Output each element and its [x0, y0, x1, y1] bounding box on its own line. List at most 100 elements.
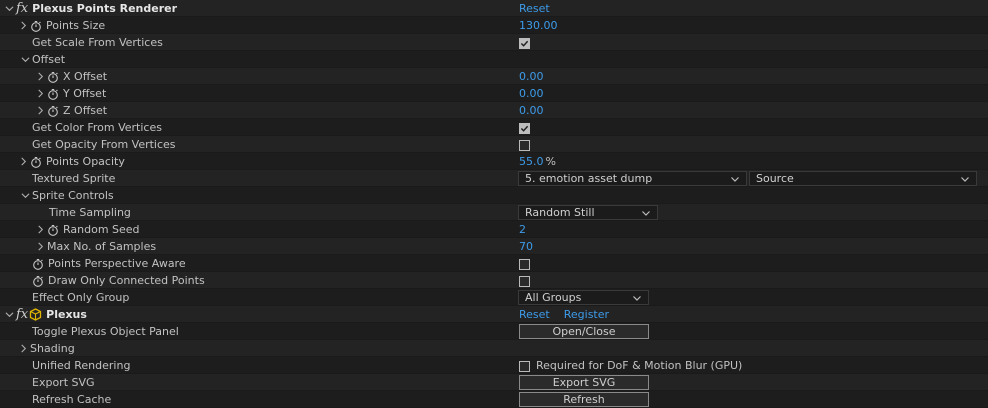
chevron-down-icon[interactable]	[4, 310, 14, 320]
chevron-down-icon[interactable]	[20, 191, 30, 201]
chevron-right-icon[interactable]	[35, 242, 45, 252]
get-color-checkbox[interactable]	[519, 122, 530, 134]
refresh-button[interactable]: Refresh	[519, 392, 649, 407]
param-points-opacity: Points Opacity 55.0 %	[0, 153, 988, 170]
param-label: Unified Rendering	[32, 359, 131, 372]
points-opacity-value[interactable]: 55.0	[519, 153, 544, 170]
stopwatch-icon[interactable]	[47, 224, 59, 236]
param-label: Toggle Plexus Object Panel	[32, 325, 179, 338]
points-size-value[interactable]: 130.00	[519, 17, 558, 34]
chevron-right-icon[interactable]	[18, 21, 28, 31]
effect-title: Plexus Points Renderer	[32, 2, 178, 15]
param-label: Textured Sprite	[32, 172, 116, 185]
param-label: Points Perspective Aware	[48, 257, 186, 270]
reset-link[interactable]: Reset	[519, 0, 550, 17]
param-offset-group: Offset	[0, 51, 988, 68]
param-label: X Offset	[63, 70, 108, 83]
percent-unit: %	[545, 155, 556, 168]
random-seed-value[interactable]: 2	[519, 221, 526, 238]
param-label: Points Size	[46, 19, 106, 32]
chevron-right-icon[interactable]	[18, 157, 28, 167]
param-perspective-aware: Points Perspective Aware	[0, 255, 988, 272]
param-label: Export SVG	[32, 376, 95, 389]
source-dropdown-value: Source	[756, 172, 794, 185]
effect-group-dropdown[interactable]: All Groups	[518, 290, 649, 305]
stopwatch-icon[interactable]	[47, 88, 59, 100]
param-draw-connected: Draw Only Connected Points	[0, 272, 988, 289]
register-link[interactable]: Register	[564, 306, 609, 323]
param-refresh-cache: Refresh Cache Refresh	[0, 391, 988, 408]
param-z-offset: Z Offset 0.00	[0, 102, 988, 119]
time-sampling-value: Random Still	[525, 206, 595, 219]
param-label: Offset	[32, 53, 66, 66]
stopwatch-icon[interactable]	[32, 275, 44, 287]
effect-group-value: All Groups	[525, 291, 582, 304]
chevron-down-icon	[642, 211, 650, 216]
param-label: Get Opacity From Vertices	[32, 138, 176, 151]
chevron-down-icon[interactable]	[4, 4, 14, 14]
layer-dropdown-value: 5. emotion asset dump	[525, 172, 653, 185]
chevron-down-icon	[961, 177, 969, 182]
stopwatch-icon[interactable]	[30, 156, 42, 168]
param-textured-sprite: Textured Sprite 5. emotion asset dump So…	[0, 170, 988, 187]
chevron-right-icon[interactable]	[35, 72, 45, 82]
param-get-scale: Get Scale From Vertices	[0, 34, 988, 51]
fx-icon[interactable]: fx	[16, 306, 28, 323]
param-label: Points Opacity	[46, 155, 125, 168]
effect-header-plexus[interactable]: fx Plexus Reset Register	[0, 306, 988, 323]
time-sampling-dropdown[interactable]: Random Still	[518, 205, 658, 220]
open-close-button[interactable]: Open/Close	[519, 324, 649, 339]
param-label: Effect Only Group	[32, 291, 130, 304]
param-toggle-panel: Toggle Plexus Object Panel Open/Close	[0, 323, 988, 340]
source-dropdown[interactable]: Source	[749, 171, 977, 186]
get-scale-checkbox[interactable]	[519, 37, 530, 49]
plexus-cube-icon	[29, 308, 42, 321]
get-opacity-checkbox[interactable]	[519, 139, 530, 151]
param-get-color: Get Color From Vertices	[0, 119, 988, 136]
param-x-offset: X Offset 0.00	[0, 68, 988, 85]
param-unified-rendering: Unified Rendering Required for DoF & Mot…	[0, 357, 988, 374]
param-label: Z Offset	[63, 104, 108, 117]
effect-controls-panel: fx Plexus Points Renderer Reset Points S…	[0, 0, 988, 408]
param-y-offset: Y Offset 0.00	[0, 85, 988, 102]
param-random-seed: Random Seed 2	[0, 221, 988, 238]
stopwatch-icon[interactable]	[32, 258, 44, 270]
param-time-sampling: Time Sampling Random Still	[0, 204, 988, 221]
param-label: Y Offset	[63, 87, 107, 100]
max-samples-value[interactable]: 70	[519, 238, 533, 255]
param-shading-group: Shading	[0, 340, 988, 357]
param-points-size: Points Size 130.00	[0, 17, 988, 34]
stopwatch-icon[interactable]	[47, 105, 59, 117]
param-label: Shading	[30, 342, 75, 355]
connected-checkbox[interactable]	[519, 275, 530, 287]
param-label: Random Seed	[63, 223, 140, 236]
effect-header-points-renderer[interactable]: fx Plexus Points Renderer Reset	[0, 0, 988, 17]
param-label: Refresh Cache	[32, 393, 112, 406]
param-export-svg: Export SVG Export SVG	[0, 374, 988, 391]
param-label: Draw Only Connected Points	[48, 274, 205, 287]
stopwatch-icon[interactable]	[47, 71, 59, 83]
param-label: Get Color From Vertices	[32, 121, 162, 134]
layer-dropdown[interactable]: 5. emotion asset dump	[518, 171, 747, 186]
fx-icon[interactable]: fx	[16, 0, 28, 17]
y-offset-value[interactable]: 0.00	[519, 85, 544, 102]
reset-link[interactable]: Reset	[519, 306, 550, 323]
perspective-checkbox[interactable]	[519, 258, 530, 270]
chevron-right-icon[interactable]	[35, 89, 45, 99]
checkbox-label: Required for DoF & Motion Blur (GPU)	[536, 359, 743, 372]
export-svg-button[interactable]: Export SVG	[519, 375, 649, 390]
effect-title: Plexus	[46, 308, 87, 321]
chevron-right-icon[interactable]	[35, 106, 45, 116]
x-offset-value[interactable]: 0.00	[519, 68, 544, 85]
unified-rendering-checkbox[interactable]	[519, 360, 530, 372]
param-label: Time Sampling	[49, 206, 131, 219]
param-label: Sprite Controls	[32, 189, 114, 202]
param-effect-only-group: Effect Only Group All Groups	[0, 289, 988, 306]
param-label: Get Scale From Vertices	[32, 36, 163, 49]
chevron-right-icon[interactable]	[35, 225, 45, 235]
z-offset-value[interactable]: 0.00	[519, 102, 544, 119]
chevron-down-icon	[633, 296, 641, 301]
stopwatch-icon[interactable]	[30, 20, 42, 32]
chevron-down-icon[interactable]	[20, 55, 30, 65]
chevron-right-icon[interactable]	[18, 344, 28, 354]
